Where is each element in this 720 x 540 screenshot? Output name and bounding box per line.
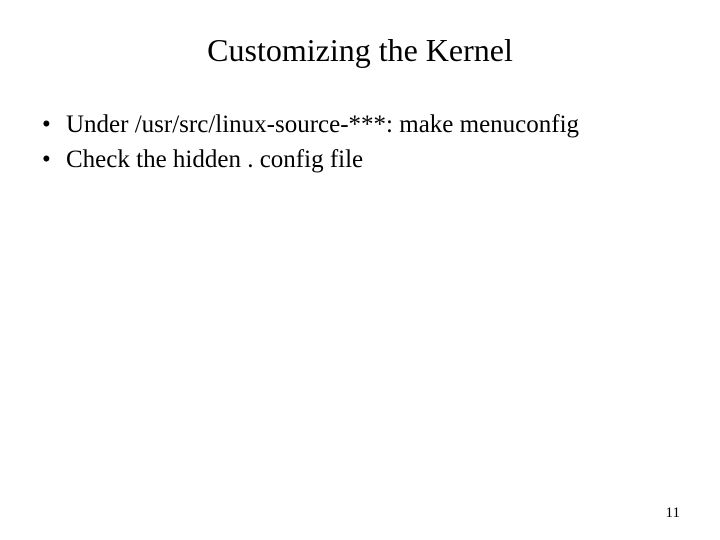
slide: Customizing the Kernel Under /usr/src/li…	[0, 0, 720, 540]
list-item: Check the hidden . config file	[42, 144, 678, 175]
page-title: Customizing the Kernel	[42, 32, 678, 69]
page-number: 11	[666, 505, 680, 522]
bullet-list: Under /usr/src/linux-source-***: make me…	[42, 109, 678, 176]
list-item: Under /usr/src/linux-source-***: make me…	[42, 109, 678, 140]
